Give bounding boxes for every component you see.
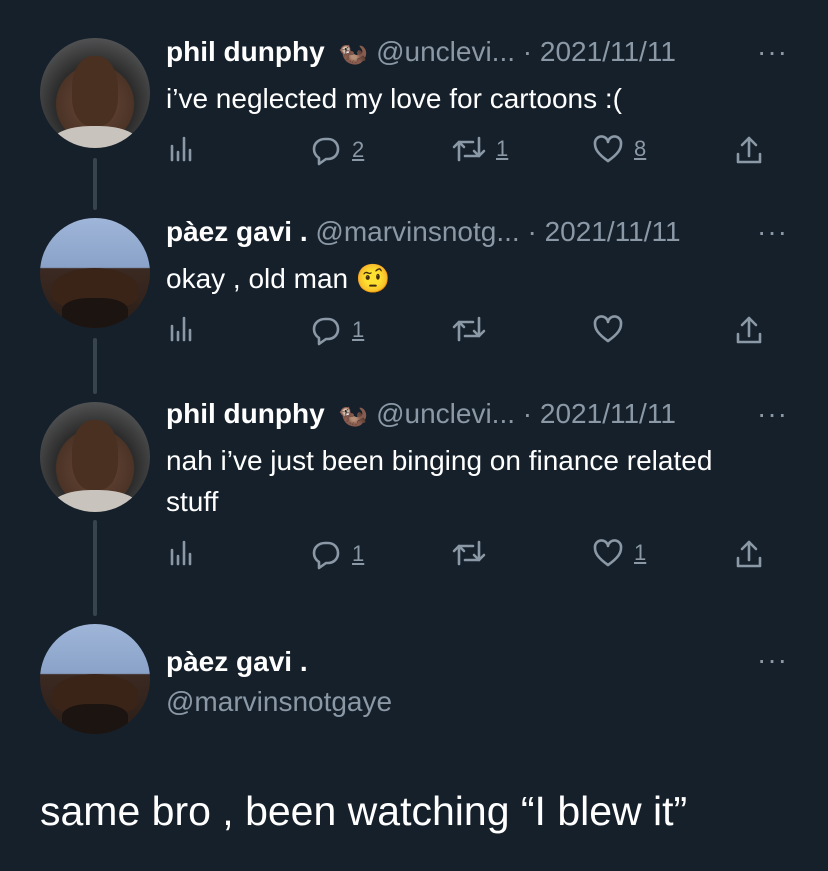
otter-emoji: 🦦 (338, 402, 369, 429)
avatar[interactable] (40, 402, 150, 512)
share-button[interactable] (734, 134, 764, 166)
avatar-shoulder (50, 490, 140, 512)
display-name[interactable]: phil dunphy (166, 36, 325, 67)
share-button[interactable] (734, 538, 764, 570)
timestamp[interactable]: 2021/11/11 (540, 36, 676, 67)
display-name[interactable]: pàez gavi . (166, 216, 308, 247)
display-name[interactable]: phil dunphy (166, 398, 325, 429)
analytics-button[interactable] (166, 134, 196, 164)
timestamp[interactable]: 2021/11/11 (540, 398, 676, 429)
separator: · (522, 36, 533, 67)
timestamp[interactable]: 2021/11/11 (545, 216, 681, 247)
handle[interactable]: @unclevi... (376, 36, 515, 67)
share-icon (736, 136, 762, 164)
retweet-button[interactable] (452, 314, 486, 344)
thread-line (93, 158, 97, 210)
retweet-icon (452, 136, 486, 162)
like-count: 8 (634, 136, 647, 161)
heart-icon (593, 135, 623, 163)
separator: · (522, 398, 533, 429)
display-name[interactable]: pàez gavi . (166, 646, 308, 678)
separator: · (527, 216, 537, 247)
reply-count: 1 (352, 317, 365, 342)
reply-button[interactable]: 1 (310, 314, 364, 346)
avatar-face (62, 704, 128, 734)
avatar[interactable] (40, 218, 150, 328)
reply-count: 2 (352, 137, 365, 162)
avatar-face (72, 56, 118, 126)
tweet-text: okay , old man 🤨 (166, 263, 391, 294)
tweet-actions: 1 1 (166, 538, 766, 578)
avatar-face (62, 298, 128, 328)
more-icon[interactable]: ··· (757, 398, 788, 430)
analytics-button[interactable] (166, 538, 196, 568)
like-count: 1 (634, 540, 647, 565)
thread-line (93, 338, 97, 394)
main-tweet-text: same bro , been watching “I blew it” (40, 788, 688, 834)
retweet-button[interactable]: 1 (452, 134, 508, 164)
avatar-shoulder (50, 126, 140, 148)
retweet-button[interactable] (452, 538, 486, 568)
handle[interactable]: @marvinsnotgaye (166, 686, 392, 718)
otter-emoji: 🦦 (338, 40, 369, 67)
analytics-icon (170, 316, 192, 342)
tweet-header: phil dunphy 🦦 @unclevi... · 2021/11/11 (166, 398, 676, 430)
reply-icon (312, 137, 340, 166)
more-icon[interactable]: ··· (757, 36, 788, 68)
share-icon (736, 540, 762, 568)
heart-icon (593, 315, 623, 343)
like-button[interactable]: 8 (592, 134, 646, 164)
tweet-text: nah i’ve just been binging on finance re… (166, 445, 713, 517)
heart-icon (593, 539, 623, 567)
tweet-actions: 2 1 8 (166, 134, 766, 174)
reply-icon (312, 541, 340, 570)
reply-count: 1 (352, 541, 365, 566)
reply-button[interactable]: 1 (310, 538, 364, 570)
more-icon[interactable]: ··· (757, 216, 788, 248)
avatar[interactable] (40, 624, 150, 734)
handle[interactable]: @marvinsnotg... (315, 216, 519, 247)
avatar[interactable] (40, 38, 150, 148)
more-icon[interactable]: ··· (757, 644, 788, 676)
handle[interactable]: @unclevi... (376, 398, 515, 429)
retweet-count: 1 (496, 136, 509, 161)
tweet-actions: 1 (166, 314, 766, 354)
reply-button[interactable]: 2 (310, 134, 364, 166)
thread-line (93, 520, 97, 616)
share-icon (736, 316, 762, 344)
reply-icon (312, 317, 340, 346)
tweet-text: i’ve neglected my love for cartoons :( (166, 83, 622, 114)
retweet-icon (452, 540, 486, 566)
tweet-header: phil dunphy 🦦 @unclevi... · 2021/11/11 (166, 36, 676, 68)
analytics-button[interactable] (166, 314, 196, 344)
avatar-face (72, 420, 118, 490)
analytics-icon (170, 136, 192, 162)
retweet-icon (452, 316, 486, 342)
analytics-icon (170, 540, 192, 566)
tweet-header: pàez gavi . @marvinsnotg... · 2021/11/11 (166, 216, 681, 248)
like-button[interactable]: 1 (592, 538, 646, 568)
share-button[interactable] (734, 314, 764, 346)
like-button[interactable] (592, 314, 624, 344)
